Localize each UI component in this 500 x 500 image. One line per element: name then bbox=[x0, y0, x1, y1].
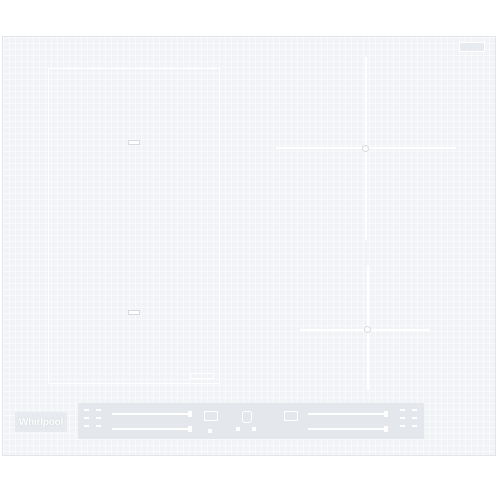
lock-icon[interactable] bbox=[242, 411, 252, 423]
left-zone-selector-icon[interactable] bbox=[84, 409, 89, 433]
right-zone-selector-icon[interactable] bbox=[400, 409, 405, 433]
right-zone-selector-2-icon[interactable] bbox=[412, 409, 417, 433]
bottom-right-zone-center-icon[interactable] bbox=[364, 326, 371, 333]
lock-dot-right-icon bbox=[252, 427, 256, 431]
power-icon[interactable] bbox=[284, 411, 298, 421]
top-right-zone-center-icon[interactable] bbox=[362, 145, 369, 152]
left-power-slider-bottom[interactable] bbox=[112, 426, 192, 432]
control-panel bbox=[78, 403, 424, 439]
left-power-slider-top[interactable] bbox=[112, 411, 192, 417]
lock-dot-left-icon bbox=[236, 427, 240, 431]
flexi-zone-label-icon bbox=[190, 373, 214, 379]
brand-logo: Whirlpool bbox=[15, 412, 67, 432]
right-power-slider-top[interactable] bbox=[308, 411, 388, 417]
flexi-cooking-zone[interactable] bbox=[48, 68, 220, 384]
timer-indicator-icon bbox=[208, 429, 212, 433]
right-power-slider-bottom[interactable] bbox=[308, 426, 388, 432]
top-badge-icon bbox=[459, 42, 485, 52]
zone-marker-bottom-icon bbox=[128, 310, 140, 315]
timer-icon[interactable] bbox=[204, 411, 218, 421]
zone-marker-top-icon bbox=[128, 140, 140, 145]
left-zone-selector-2-icon[interactable] bbox=[96, 409, 101, 433]
